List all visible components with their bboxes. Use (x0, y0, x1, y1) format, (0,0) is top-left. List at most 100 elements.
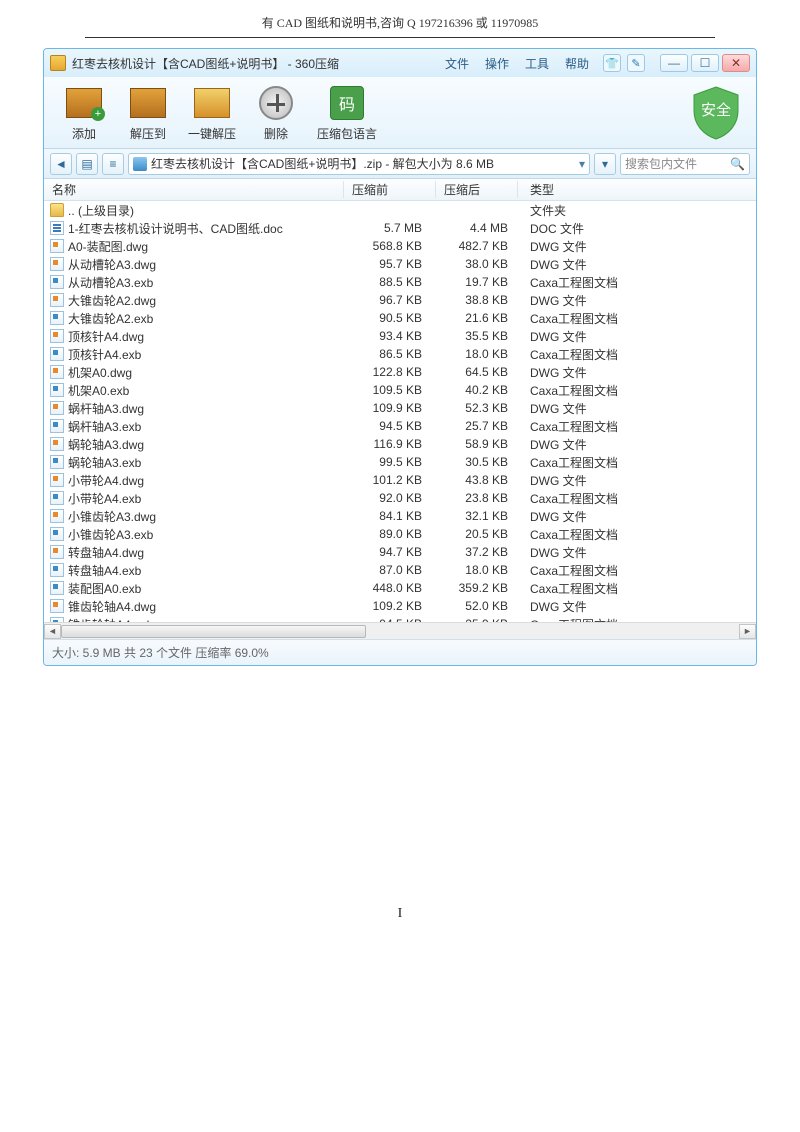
path-text: 红枣去核机设计【含CAD图纸+说明书】.zip - 解包大小为 8.6 MB (151, 155, 494, 172)
minimize-button[interactable]: — (660, 54, 688, 72)
file-icon (50, 329, 64, 343)
file-name: 机架A0.dwg (68, 364, 132, 381)
table-row[interactable]: 小带轮A4.exb92.0 KB23.8 KBCaxa工程图文档 (44, 489, 756, 507)
file-list[interactable]: .. (上级目录)文件夹1-红枣去核机设计说明书、CAD图纸.doc5.7 MB… (44, 201, 756, 639)
file-icon (50, 491, 64, 505)
oneclick-extract-button[interactable]: 一键解压 (180, 83, 244, 142)
security-shield-icon[interactable]: 安全 (690, 85, 742, 141)
statusbar: 大小: 5.9 MB 共 23 个文件 压缩率 69.0% (44, 639, 756, 665)
add-icon (66, 88, 102, 118)
page-number: I (0, 906, 800, 922)
table-row[interactable]: 顶核针A4.dwg93.4 KB35.5 KBDWG 文件 (44, 327, 756, 345)
file-type: Caxa工程图文档 (518, 346, 756, 363)
col-type[interactable]: 类型 (518, 181, 756, 198)
file-size-after: 25.7 KB (436, 419, 518, 433)
scroll-left-icon[interactable]: ◄ (44, 624, 61, 639)
table-row[interactable]: 机架A0.exb109.5 KB40.2 KBCaxa工程图文档 (44, 381, 756, 399)
scroll-right-icon[interactable]: ► (739, 624, 756, 639)
table-row[interactable]: A0-装配图.dwg568.8 KB482.7 KBDWG 文件 (44, 237, 756, 255)
file-size-before: 101.2 KB (344, 473, 436, 487)
file-name: 从动槽轮A3.exb (68, 274, 153, 291)
file-size-after: 482.7 KB (436, 239, 518, 253)
search-icon: 🔍 (730, 157, 745, 171)
table-row[interactable]: 小带轮A4.dwg101.2 KB43.8 KBDWG 文件 (44, 471, 756, 489)
add-button[interactable]: 添加 (52, 83, 116, 142)
table-row[interactable]: 蜗杆轴A3.dwg109.9 KB52.3 KBDWG 文件 (44, 399, 756, 417)
table-row[interactable]: 小锥齿轮A3.dwg84.1 KB32.1 KBDWG 文件 (44, 507, 756, 525)
col-after[interactable]: 压缩后 (436, 181, 518, 198)
file-size-before: 94.7 KB (344, 545, 436, 559)
extract-label: 解压到 (130, 125, 166, 142)
file-icon (50, 401, 64, 415)
table-row[interactable]: 从动槽轮A3.dwg95.7 KB38.0 KBDWG 文件 (44, 255, 756, 273)
file-name: 蜗杆轴A3.dwg (68, 400, 144, 417)
file-name: 锥齿轮轴A4.dwg (68, 598, 156, 615)
table-row[interactable]: 小锥齿轮A3.exb89.0 KB20.5 KBCaxa工程图文档 (44, 525, 756, 543)
file-size-before: 87.0 KB (344, 563, 436, 577)
table-row[interactable]: 蜗轮轴A3.dwg116.9 KB58.9 KBDWG 文件 (44, 435, 756, 453)
table-row[interactable]: 顶核针A4.exb86.5 KB18.0 KBCaxa工程图文档 (44, 345, 756, 363)
file-size-before: 89.0 KB (344, 527, 436, 541)
table-row[interactable]: 1-红枣去核机设计说明书、CAD图纸.doc5.7 MB4.4 MBDOC 文件 (44, 219, 756, 237)
nav-up-button[interactable]: ≡ (102, 153, 124, 175)
menu-operate[interactable]: 操作 (485, 55, 509, 72)
menu-tools[interactable]: 工具 (525, 55, 549, 72)
file-name: 从动槽轮A3.dwg (68, 256, 156, 273)
titlebar[interactable]: 红枣去核机设计【含CAD图纸+说明书】 - 360压缩 文件 操作 工具 帮助 … (44, 49, 756, 77)
table-row[interactable]: 转盘轴A4.dwg94.7 KB37.2 KBDWG 文件 (44, 543, 756, 561)
path-go-button[interactable]: ▾ (594, 153, 616, 175)
file-icon (50, 419, 64, 433)
extract-button[interactable]: 解压到 (116, 83, 180, 142)
language-button[interactable]: 码 压缩包语言 (308, 83, 386, 142)
path-dropdown-icon[interactable]: ▾ (579, 157, 585, 171)
file-name: 顶核针A4.dwg (68, 328, 144, 345)
nav-forward-button[interactable]: ▤ (76, 153, 98, 175)
file-name: 转盘轴A4.dwg (68, 544, 144, 561)
file-name: 顶核针A4.exb (68, 346, 141, 363)
file-type: Caxa工程图文档 (518, 274, 756, 291)
menu-file[interactable]: 文件 (445, 55, 469, 72)
file-name: 机架A0.exb (68, 382, 129, 399)
file-size-after: 43.8 KB (436, 473, 518, 487)
file-size-before: 109.5 KB (344, 383, 436, 397)
file-type: Caxa工程图文档 (518, 418, 756, 435)
menu-help[interactable]: 帮助 (565, 55, 589, 72)
file-size-before: 90.5 KB (344, 311, 436, 325)
table-row[interactable]: 装配图A0.exb448.0 KB359.2 KBCaxa工程图文档 (44, 579, 756, 597)
table-row[interactable]: 蜗轮轴A3.exb99.5 KB30.5 KBCaxa工程图文档 (44, 453, 756, 471)
file-type: Caxa工程图文档 (518, 562, 756, 579)
status-text: 大小: 5.9 MB 共 23 个文件 压缩率 69.0% (52, 644, 269, 661)
path-field[interactable]: 红枣去核机设计【含CAD图纸+说明书】.zip - 解包大小为 8.6 MB ▾ (128, 153, 590, 175)
delete-button[interactable]: 删除 (244, 83, 308, 142)
maximize-button[interactable]: ☐ (691, 54, 719, 72)
table-row[interactable]: 锥齿轮轴A4.dwg109.2 KB52.0 KBDWG 文件 (44, 597, 756, 615)
table-row[interactable]: 大锥齿轮A2.dwg96.7 KB38.8 KBDWG 文件 (44, 291, 756, 309)
file-name: 小带轮A4.exb (68, 490, 141, 507)
table-row[interactable]: 转盘轴A4.exb87.0 KB18.0 KBCaxa工程图文档 (44, 561, 756, 579)
horizontal-scrollbar[interactable]: ◄ ► (44, 622, 756, 639)
file-icon (50, 527, 64, 541)
file-size-after: 21.6 KB (436, 311, 518, 325)
file-icon (50, 383, 64, 397)
col-name[interactable]: 名称 (44, 181, 344, 198)
feedback-icon[interactable]: ✎ (627, 54, 645, 72)
col-before[interactable]: 压缩前 (344, 181, 436, 198)
file-type: DWG 文件 (518, 436, 756, 453)
table-row[interactable]: .. (上级目录)文件夹 (44, 201, 756, 219)
table-row[interactable]: 机架A0.dwg122.8 KB64.5 KBDWG 文件 (44, 363, 756, 381)
file-size-after: 19.7 KB (436, 275, 518, 289)
file-type: DWG 文件 (518, 292, 756, 309)
search-input[interactable]: 搜索包内文件 🔍 (620, 153, 750, 175)
skin-icon[interactable]: 👕 (603, 54, 621, 72)
file-size-before: 99.5 KB (344, 455, 436, 469)
file-size-after: 18.0 KB (436, 347, 518, 361)
table-row[interactable]: 从动槽轮A3.exb88.5 KB19.7 KBCaxa工程图文档 (44, 273, 756, 291)
close-button[interactable]: ✕ (722, 54, 750, 72)
scroll-thumb[interactable] (61, 625, 366, 638)
scroll-track[interactable] (61, 624, 739, 639)
nav-back-button[interactable]: ◄ (50, 153, 72, 175)
file-size-before: 116.9 KB (344, 437, 436, 451)
column-headers[interactable]: 名称 压缩前 压缩后 类型 (44, 179, 756, 201)
table-row[interactable]: 蜗杆轴A3.exb94.5 KB25.7 KBCaxa工程图文档 (44, 417, 756, 435)
table-row[interactable]: 大锥齿轮A2.exb90.5 KB21.6 KBCaxa工程图文档 (44, 309, 756, 327)
